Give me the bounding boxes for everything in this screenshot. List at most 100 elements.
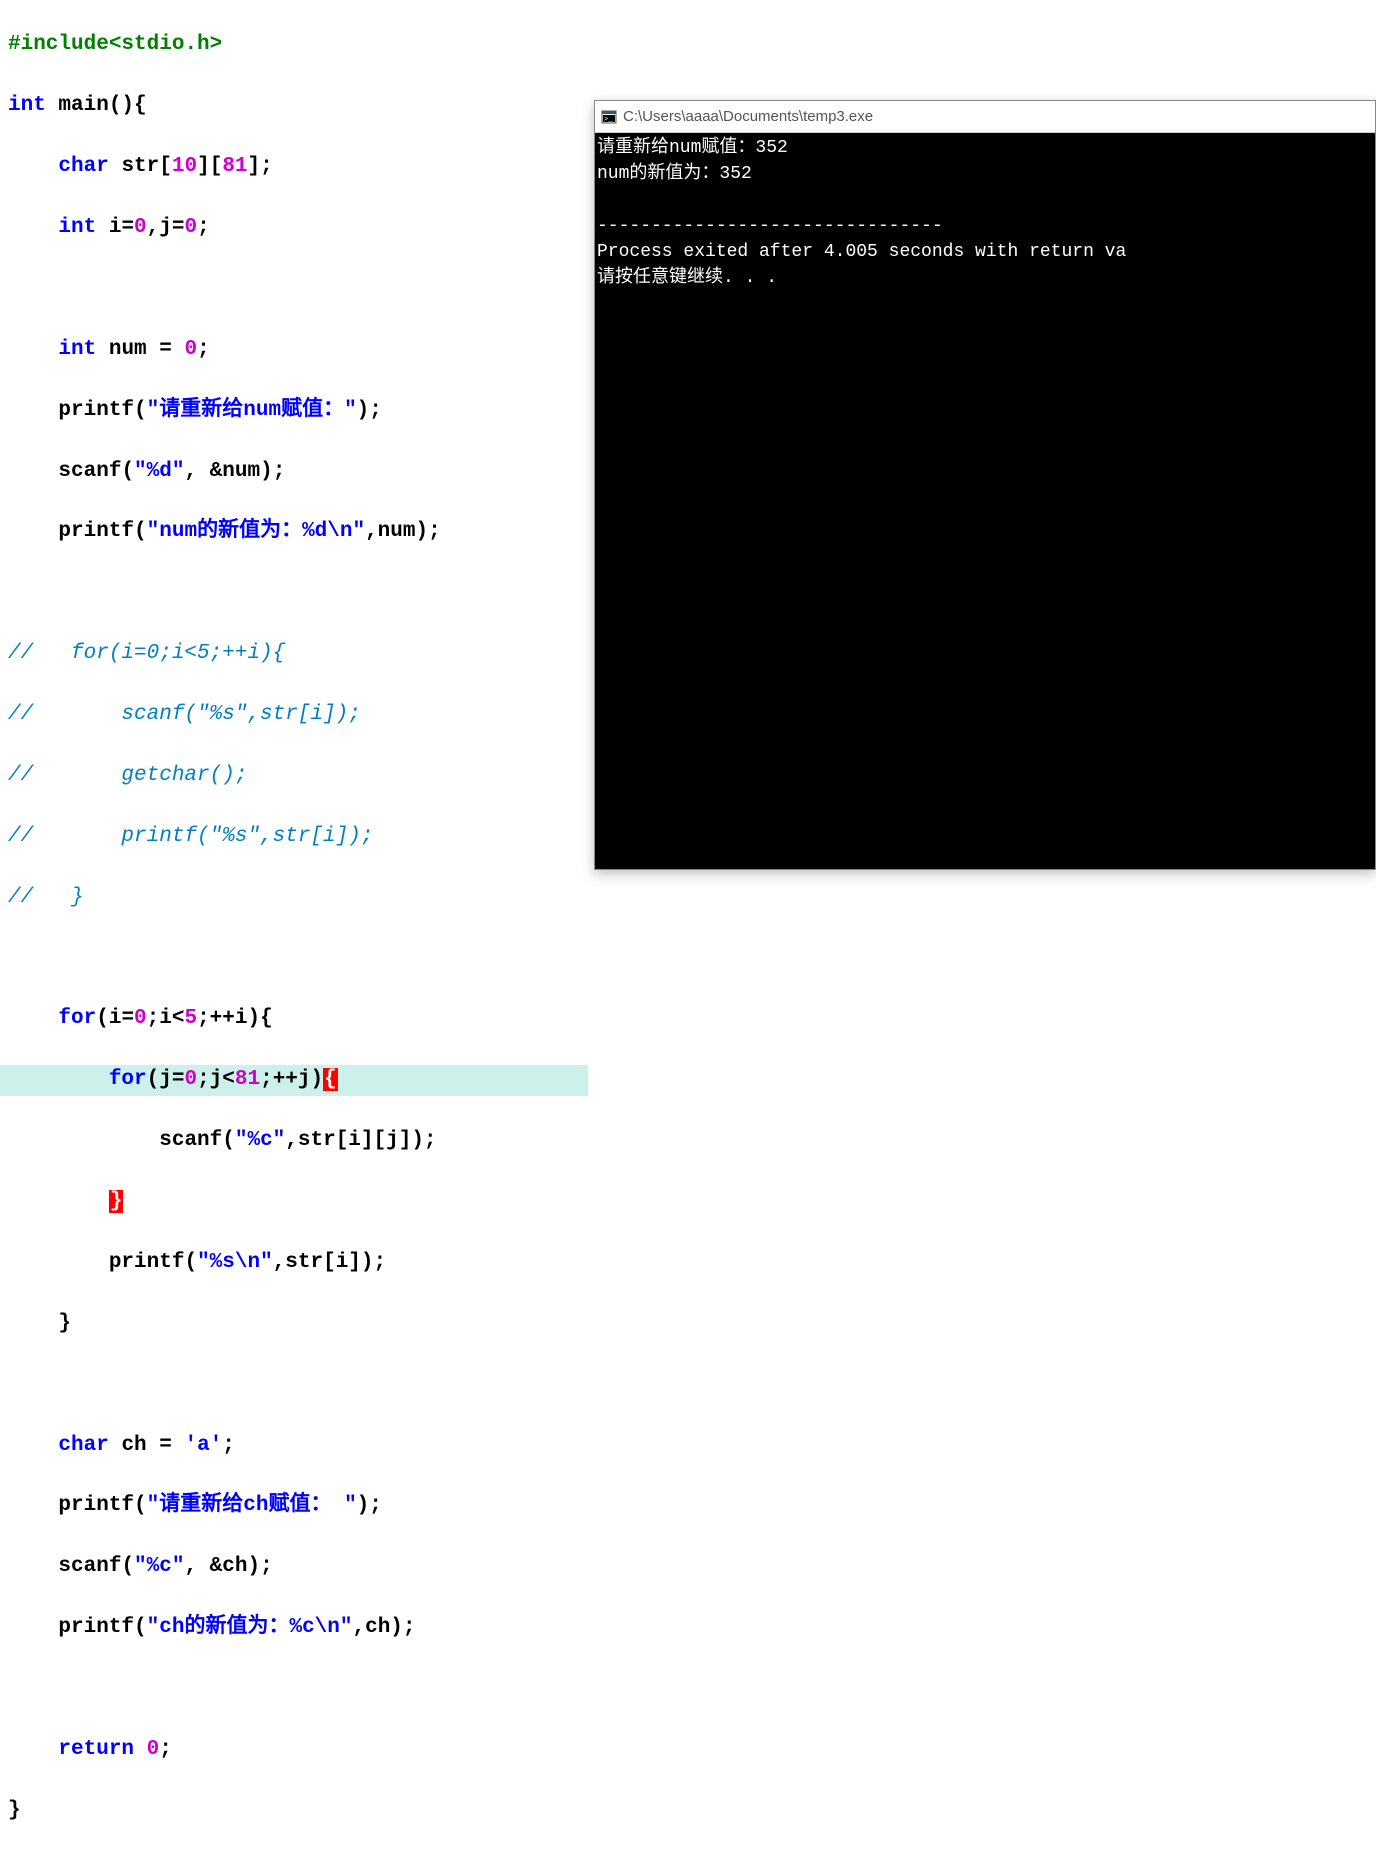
var: i= <box>96 216 134 239</box>
var: ,j= <box>147 216 185 239</box>
code-editor[interactable]: #include<stdio.h> int main(){ char str[1… <box>8 0 588 1857</box>
punct: ;++j) <box>260 1068 323 1091</box>
code-line: #include<stdio.h> <box>8 30 588 60</box>
fn-call: scanf <box>159 1129 222 1152</box>
header-file: <stdio.h> <box>109 33 222 56</box>
string: "%c" <box>235 1129 285 1152</box>
code-line: return 0; <box>8 1735 588 1765</box>
console-line: Process exited after 4.005 seconds with … <box>597 242 1126 262</box>
keyword: int <box>8 94 46 117</box>
code-line: for(i=0;i<5;++i){ <box>8 1004 588 1034</box>
code-line: int i=0,j=0; <box>8 213 588 243</box>
highlighted-line: for(j=0;j<81;++j){ <box>0 1065 588 1095</box>
code-line <box>8 578 588 608</box>
punct: [ <box>210 155 223 178</box>
string: "%d" <box>134 460 184 483</box>
punct: ); <box>411 1129 436 1152</box>
number: 0 <box>147 1738 160 1761</box>
code-line: printf("ch的新值为：%c\n",ch); <box>8 1613 588 1643</box>
code-line: int num = 0; <box>8 335 588 365</box>
punct: ( <box>134 1616 147 1639</box>
svg-text:>_: >_ <box>604 116 613 124</box>
keyword: return <box>58 1738 134 1761</box>
comment: // getchar(); <box>8 764 247 787</box>
keyword: char <box>58 1434 108 1457</box>
punct: ( <box>184 1251 197 1274</box>
brace-match-close: } <box>109 1190 124 1213</box>
punct: ( <box>134 399 147 422</box>
comment: // } <box>8 886 84 909</box>
code-line: printf("%s\n",str[i]); <box>8 1248 588 1278</box>
code-line: // scanf("%s",str[i]); <box>8 700 588 730</box>
code-line <box>8 944 588 974</box>
punct: ; <box>159 1738 172 1761</box>
punct: ( <box>121 1555 134 1578</box>
string: "num的新值为：%d\n" <box>147 520 365 543</box>
code-line: char str[10][81]; <box>8 152 588 182</box>
arg: ,ch <box>352 1616 390 1639</box>
console-line: 请重新给num赋值：352 <box>597 138 788 158</box>
fn-call: printf <box>58 520 134 543</box>
number: 0 <box>184 1068 197 1091</box>
comment: // for(i=0;i<5;++i){ <box>8 642 285 665</box>
char-literal: 'a' <box>184 1434 222 1457</box>
console-line: num的新值为：352 <box>597 164 752 184</box>
code-line: } <box>8 1187 588 1217</box>
punct: ); <box>260 460 285 483</box>
number: 81 <box>222 155 247 178</box>
punct: ] <box>197 155 210 178</box>
punct: ; <box>197 216 210 239</box>
keyword: int <box>58 338 96 361</box>
console-line: 请按任意键继续. . . <box>597 268 777 288</box>
number: 0 <box>134 216 147 239</box>
fn-call: scanf <box>58 460 121 483</box>
punct: ); <box>361 1251 386 1274</box>
punct: ); <box>416 520 441 543</box>
fn-call: printf <box>58 1616 134 1639</box>
code-line <box>8 1370 588 1400</box>
punct: } <box>58 1312 71 1335</box>
code-line: char ch = 'a'; <box>8 1431 588 1461</box>
arg: ,str[i] <box>273 1251 361 1274</box>
arg: , &ch <box>184 1555 247 1578</box>
fn-call: scanf <box>58 1555 121 1578</box>
var: str <box>109 155 159 178</box>
fn-call: printf <box>109 1251 185 1274</box>
punct: ; <box>260 155 273 178</box>
keyword: for <box>109 1068 147 1091</box>
console-titlebar[interactable]: >_ C:\Users\aaaa\Documents\temp3.exe <box>595 101 1375 133</box>
number: 5 <box>184 1007 197 1030</box>
punct: ); <box>357 399 382 422</box>
punct: ] <box>248 155 261 178</box>
space <box>134 1738 147 1761</box>
punct: ); <box>357 1494 382 1517</box>
string: "%c" <box>134 1555 184 1578</box>
code-line: scanf("%c", &ch); <box>8 1552 588 1582</box>
fn-call: printf <box>58 399 134 422</box>
console-output[interactable]: 请重新给num赋值：352 num的新值为：352 --------------… <box>595 133 1375 869</box>
punct: ); <box>247 1555 272 1578</box>
punct: ;i< <box>147 1007 185 1030</box>
console-title: C:\Users\aaaa\Documents\temp3.exe <box>623 108 873 125</box>
code-line: int main(){ <box>8 91 588 121</box>
string: "%s\n" <box>197 1251 273 1274</box>
preprocessor: #include <box>8 33 109 56</box>
var: num = <box>96 338 184 361</box>
var: ch = <box>109 1434 185 1457</box>
keyword: for <box>58 1007 96 1030</box>
number: 0 <box>184 216 197 239</box>
comment: // scanf("%s",str[i]); <box>8 703 361 726</box>
punct: ( <box>222 1129 235 1152</box>
punct: } <box>8 1799 21 1822</box>
code-line: printf("请重新给ch赋值： "); <box>8 1491 588 1521</box>
function-name: main <box>46 94 109 117</box>
punct: ;j< <box>197 1068 235 1091</box>
number: 0 <box>134 1007 147 1030</box>
code-line: scanf("%d", &num); <box>8 457 588 487</box>
string: "请重新给num赋值：" <box>147 399 357 422</box>
console-window[interactable]: >_ C:\Users\aaaa\Documents\temp3.exe 请重新… <box>594 100 1376 870</box>
punct: [ <box>159 155 172 178</box>
code-line <box>8 1674 588 1704</box>
comment: // printf("%s",str[i]); <box>8 825 373 848</box>
arg: ,str[i][j] <box>285 1129 411 1152</box>
